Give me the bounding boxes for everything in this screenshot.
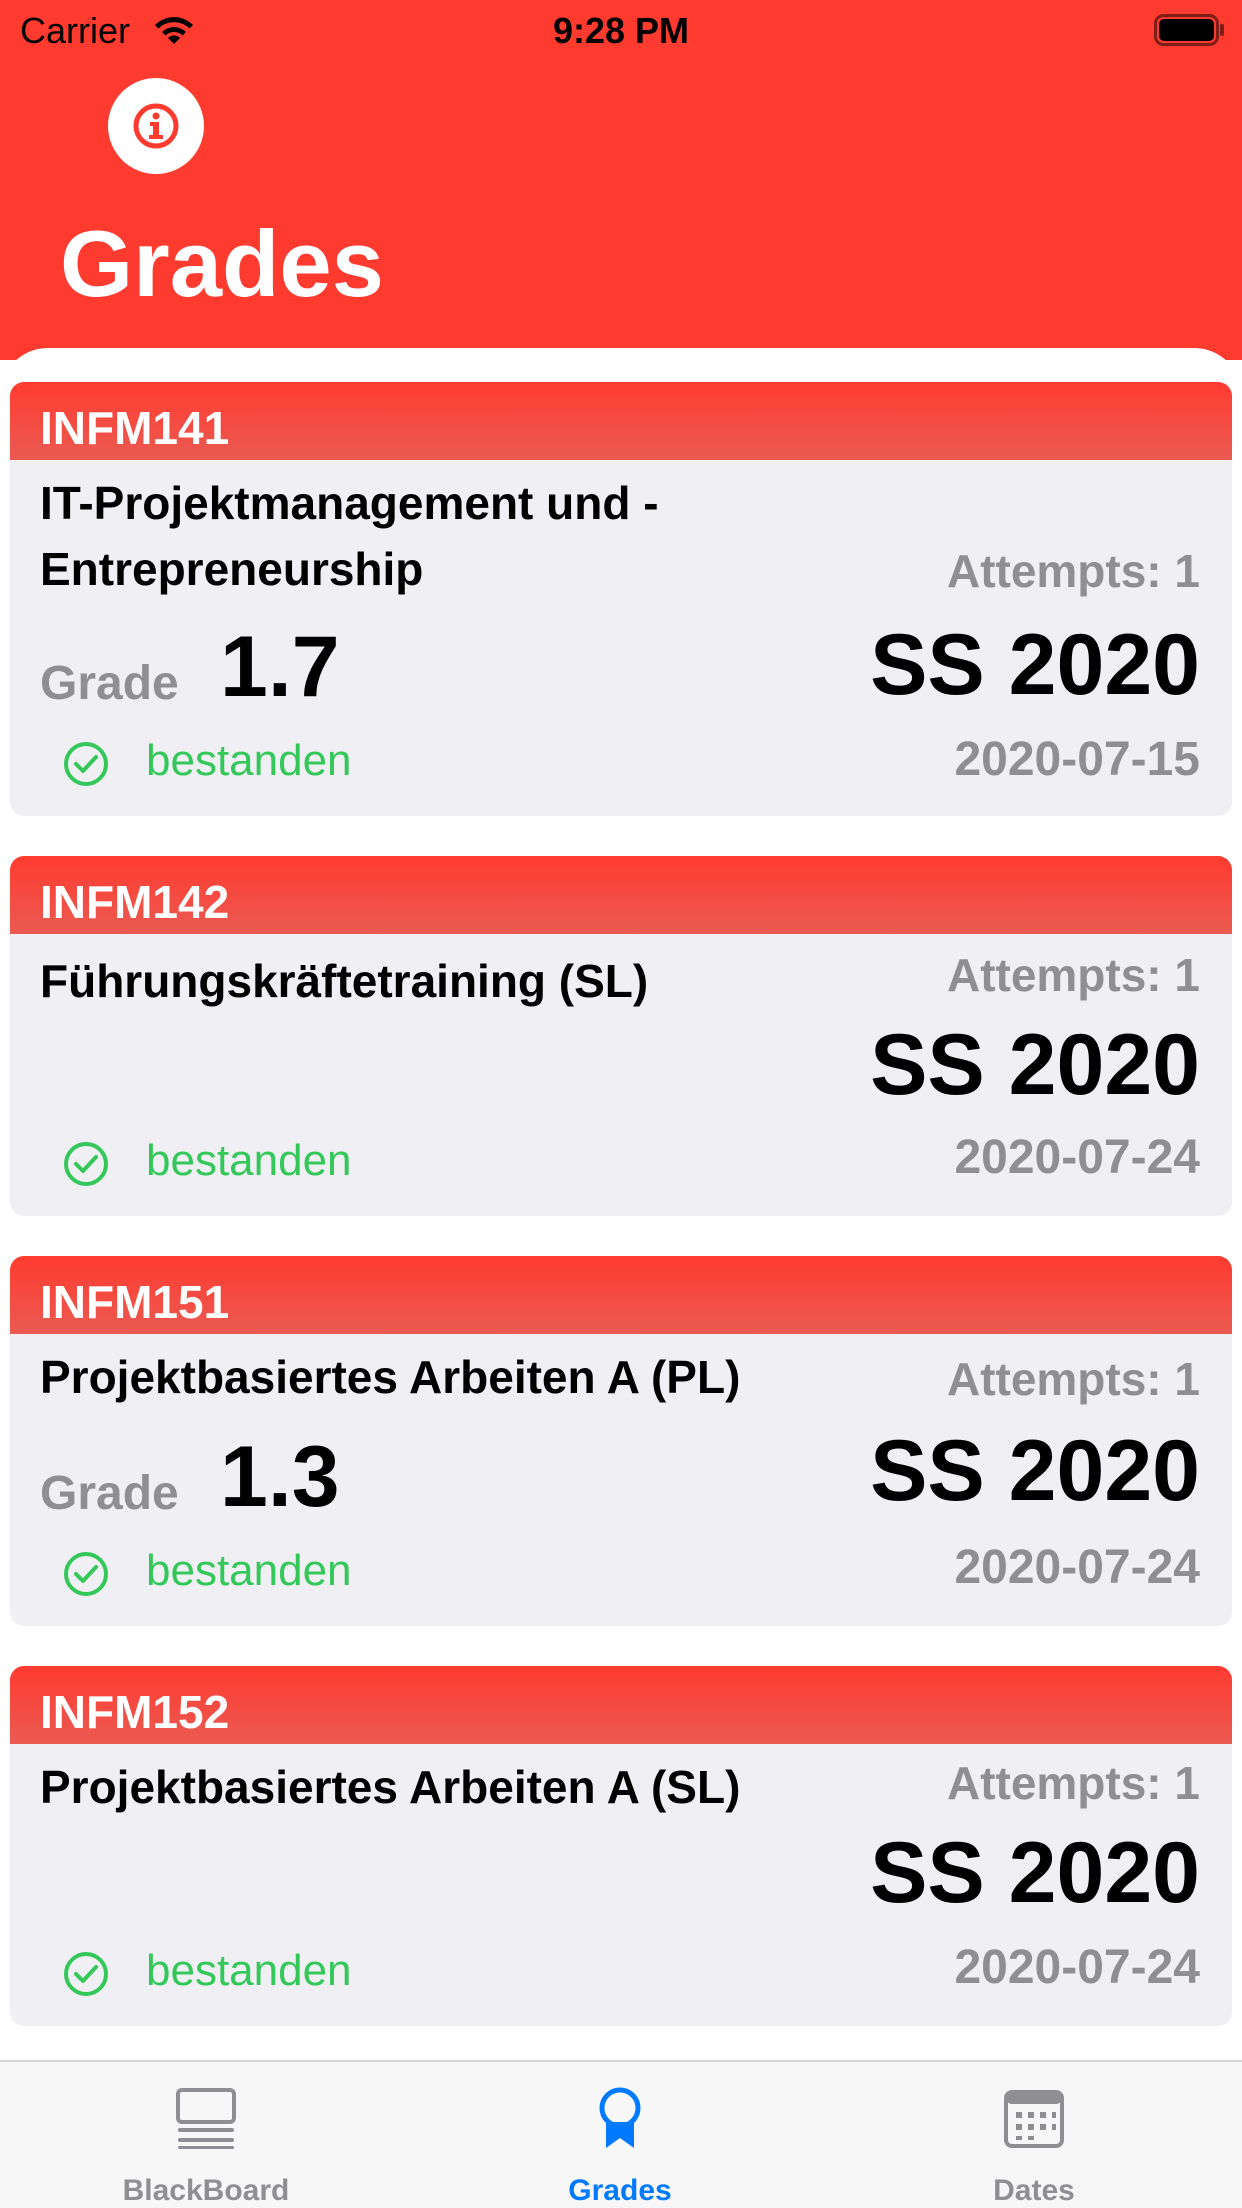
grade-card[interactable]: INFM142 Führungskräftetraining (SL) Atte… <box>10 856 1232 1216</box>
tab-bar: BlackBoard Grades Dates <box>0 2060 1242 2208</box>
status-text: bestanden <box>146 1946 352 1995</box>
page-title: Grades <box>60 211 384 316</box>
semester-label: SS 2020 <box>870 617 1200 713</box>
attempts-label: Attempts: 1 <box>946 545 1200 597</box>
grade-card[interactable]: INFM151 Projektbasiertes Arbeiten A (PL)… <box>10 1256 1232 1626</box>
info-icon <box>133 103 179 149</box>
grade-value: 1.3 <box>220 1429 340 1525</box>
battery-icon <box>1154 14 1224 46</box>
tab-label: Grades <box>568 2174 672 2207</box>
course-code: INFM152 <box>10 1666 1232 1744</box>
exam-date: 2020-07-24 <box>954 1131 1200 1184</box>
attempts-label: Attempts: 1 <box>946 949 1200 1001</box>
tab-grades[interactable]: Grades <box>470 2062 770 2208</box>
tab-dates[interactable]: Dates <box>884 2062 1184 2208</box>
grade-label: Grade <box>40 1467 179 1520</box>
ribbon-icon <box>599 2087 641 2148</box>
grade-card[interactable]: INFM152 Projektbasiertes Arbeiten A (SL)… <box>10 1666 1232 2026</box>
tab-blackboard[interactable]: BlackBoard <box>56 2062 356 2208</box>
status-text: bestanden <box>146 1546 352 1595</box>
checkmark-circle-icon <box>64 1142 108 1186</box>
grade-value: 1.7 <box>220 619 340 715</box>
attempts-label: Attempts: 1 <box>946 1353 1200 1405</box>
grade-card[interactable]: INFM141 IT-Projektmanagement und -Entrep… <box>10 382 1232 816</box>
exam-date: 2020-07-24 <box>954 1941 1200 1994</box>
course-code: INFM151 <box>10 1256 1232 1334</box>
info-button[interactable] <box>108 78 204 174</box>
course-title: IT-Projektmanagement und -Entrepreneursh… <box>40 477 659 595</box>
attempts-label: Attempts: 1 <box>946 1757 1200 1809</box>
status-text: bestanden <box>146 1136 352 1185</box>
semester-label: SS 2020 <box>870 1017 1200 1113</box>
tab-label: BlackBoard <box>122 2174 290 2207</box>
checkmark-circle-icon <box>64 1552 108 1596</box>
semester-label: SS 2020 <box>870 1423 1200 1519</box>
course-title: Projektbasiertes Arbeiten A (SL) <box>40 1761 741 1813</box>
calendar-icon <box>1004 2090 1064 2148</box>
blackboard-icon <box>176 2088 236 2149</box>
course-title: Projektbasiertes Arbeiten A (PL) <box>40 1351 741 1403</box>
tab-label: Dates <box>993 2174 1075 2207</box>
exam-date: 2020-07-15 <box>954 733 1200 786</box>
checkmark-circle-icon <box>64 1952 108 1996</box>
course-code: INFM142 <box>10 856 1232 934</box>
semester-label: SS 2020 <box>870 1825 1200 1921</box>
exam-date: 2020-07-24 <box>954 1541 1200 1594</box>
checkmark-circle-icon <box>64 742 108 786</box>
clock-label: 9:28 PM <box>552 10 690 51</box>
status-bar: Carrier 9:28 PM <box>0 0 1242 62</box>
status-text: bestanden <box>146 736 352 785</box>
course-code: INFM141 <box>10 382 1232 460</box>
course-title: Führungskräftetraining (SL) <box>40 955 649 1007</box>
grade-label: Grade <box>40 657 179 710</box>
